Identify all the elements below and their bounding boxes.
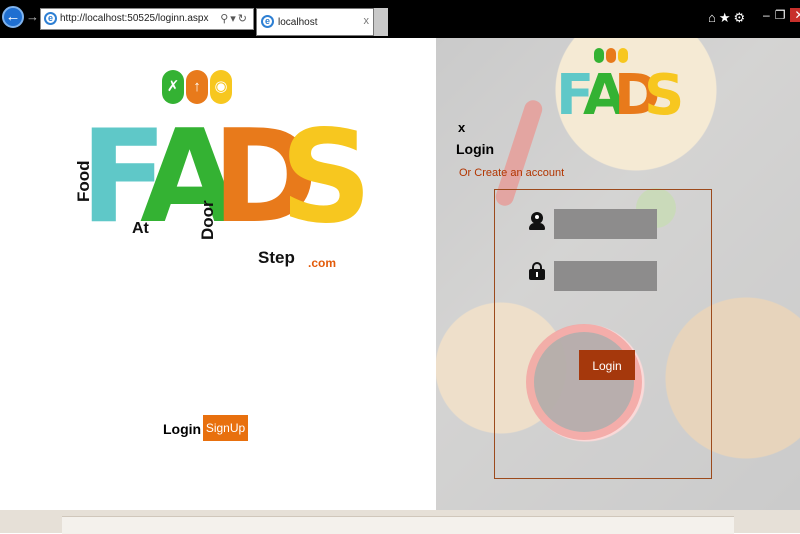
create-account-link[interactable]: Or Create an account [459, 167, 564, 179]
refresh-icon[interactable]: ↻ [238, 13, 249, 25]
logo-word-door: Door [198, 200, 217, 240]
fads-logo: ✗ ↑ ◉ F A D S Food At Door Step .com [74, 70, 372, 280]
ie-logo-icon: e [44, 12, 57, 25]
browser-toolbar: ← → e http://localhost:50525/loginn.aspx… [0, 0, 800, 38]
logo-letter-s: S [644, 63, 685, 128]
close-login-icon[interactable]: x [458, 120, 465, 135]
knife-icon [606, 48, 616, 63]
home-icon[interactable]: ⌂ [708, 10, 716, 25]
restore-icon[interactable]: ❐ [775, 8, 786, 22]
logo-suffix-com: .com [308, 256, 337, 270]
login-heading: Login [456, 141, 495, 157]
fork-icon [594, 48, 604, 63]
minimize-icon[interactable]: – [763, 8, 770, 22]
spoon-icon: ◉ [210, 70, 232, 104]
logo-word-food: Food [74, 160, 93, 202]
ie-logo-icon: e [261, 15, 274, 28]
username-input[interactable] [554, 209, 657, 239]
search-icon[interactable]: ⚲ [220, 13, 230, 25]
nav-login-link[interactable]: Login [163, 421, 201, 437]
tab-close-icon[interactable]: x [364, 15, 370, 27]
page-content: ✗ ↑ ◉ F A D S Food At Door Step .com Log… [0, 38, 800, 510]
fork-icon: ✗ [162, 70, 184, 104]
dropdown-icon[interactable]: ▾ [230, 13, 238, 25]
url-text[interactable]: http://localhost:50525/loginn.aspx [60, 13, 208, 24]
lock-icon [529, 262, 545, 280]
close-window-icon[interactable]: ✕ [790, 8, 800, 22]
browser-tab[interactable]: e localhost x [256, 8, 374, 36]
signup-button[interactable]: SignUp [203, 415, 248, 441]
logo-word-step: Step [258, 248, 295, 267]
login-form: Login [494, 189, 712, 479]
logo-word-at: At [132, 220, 149, 237]
login-button[interactable]: Login [579, 350, 635, 380]
left-panel: ✗ ↑ ◉ F A D S Food At Door Step .com Log… [0, 38, 436, 510]
status-area [0, 510, 800, 534]
forward-arrow-icon[interactable]: → [26, 9, 39, 25]
tab-title: localhost [278, 17, 318, 28]
browser-right-icons: ⌂ ★ ⚙ [708, 10, 748, 26]
back-arrow-icon[interactable]: ← [2, 6, 24, 28]
window-controls: – ❐ ✕ [758, 8, 800, 22]
settings-gear-icon[interactable]: ⚙ [734, 10, 746, 25]
spoon-icon [618, 48, 628, 63]
new-tab-button[interactable] [374, 8, 388, 36]
login-panel: F A D S x Login Or Create an account Log… [436, 38, 800, 510]
logo-letter-s: S [280, 103, 373, 252]
fads-logo-small: F A D S [556, 48, 684, 133]
favorites-star-icon[interactable]: ★ [719, 10, 731, 25]
user-icon [529, 212, 545, 230]
address-bar[interactable]: e http://localhost:50525/loginn.aspx ⚲▾↻ [40, 8, 254, 30]
address-bar-buttons: ⚲▾↻ [220, 12, 249, 25]
status-bar [62, 516, 734, 534]
password-input[interactable] [554, 261, 657, 291]
knife-icon: ↑ [186, 70, 208, 104]
